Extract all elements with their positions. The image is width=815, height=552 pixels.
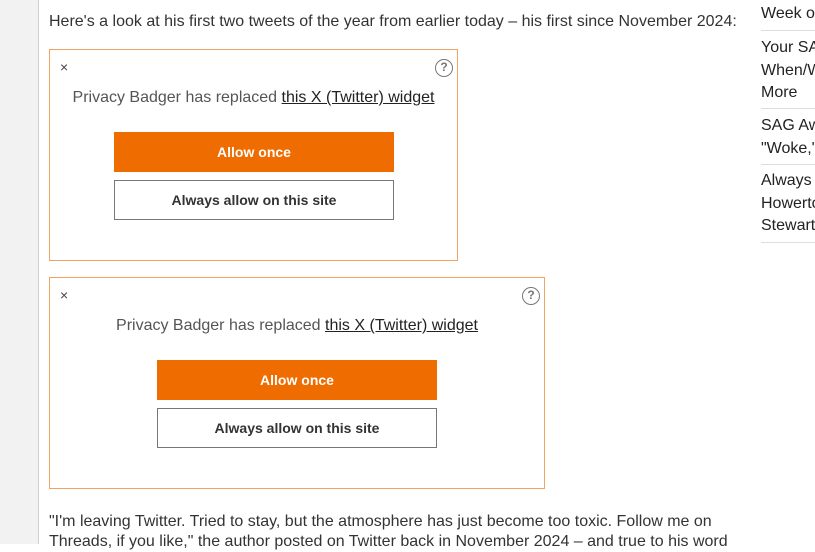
- related-story-link[interactable]: SAG Aw "Woke,": [761, 115, 815, 160]
- privacy-badger-widget-1: × ? Privacy Badger has replaced this X (…: [49, 49, 458, 261]
- allow-once-button[interactable]: Allow once: [157, 360, 437, 400]
- divider: [761, 108, 815, 109]
- related-story-link[interactable]: Week o: [761, 3, 815, 26]
- divider: [761, 30, 815, 31]
- close-icon[interactable]: ×: [60, 287, 68, 303]
- help-icon[interactable]: ?: [435, 59, 453, 77]
- related-story-link[interactable]: Always Howerto Stewart: [761, 170, 815, 238]
- replacement-message: Privacy Badger has replaced this X (Twit…: [50, 316, 544, 336]
- close-icon[interactable]: ×: [60, 59, 68, 75]
- allow-once-button[interactable]: Allow once: [114, 132, 394, 172]
- help-icon[interactable]: ?: [522, 287, 540, 305]
- divider: [761, 242, 815, 243]
- privacy-badger-widget-2: × ? Privacy Badger has replaced this X (…: [49, 277, 545, 489]
- related-stories-sidebar: Week o Your SA When/W More SAG Aw "Woke,…: [761, 0, 815, 544]
- intro-paragraph: Here's a look at his first two tweets of…: [49, 13, 737, 30]
- message-text: Privacy Badger has replaced: [72, 89, 278, 106]
- widget-link[interactable]: this X (Twitter) widget: [325, 317, 478, 334]
- left-rail: [0, 0, 39, 544]
- message-text: Privacy Badger has replaced: [116, 317, 321, 334]
- always-allow-button[interactable]: Always allow on this site: [157, 408, 437, 448]
- always-allow-button[interactable]: Always allow on this site: [114, 180, 394, 220]
- widget-link[interactable]: this X (Twitter) widget: [282, 89, 435, 106]
- article-body: Here's a look at his first two tweets of…: [49, 0, 749, 550]
- related-story-link[interactable]: Your SA When/W More: [761, 37, 815, 105]
- replacement-message: Privacy Badger has replaced this X (Twit…: [50, 88, 457, 108]
- divider: [761, 164, 815, 165]
- quote-paragraph: "I'm leaving Twitter. Tried to stay, but…: [49, 513, 728, 550]
